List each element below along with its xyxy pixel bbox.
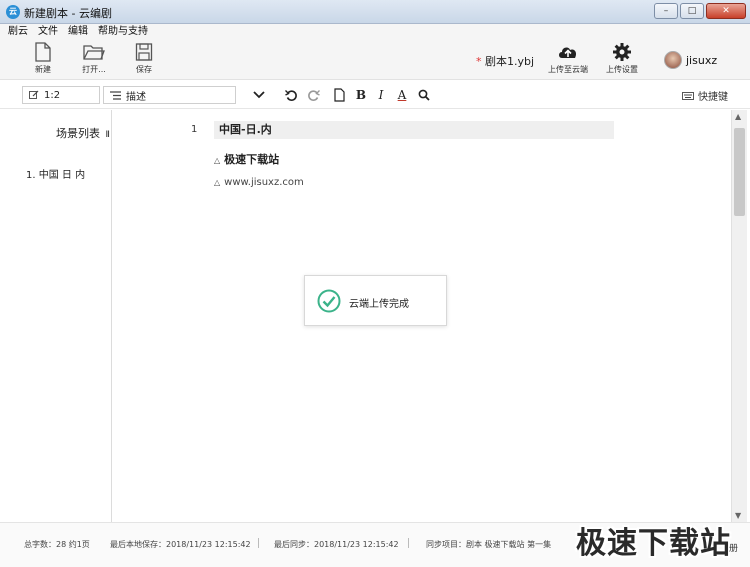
page-icon[interactable] [334, 88, 345, 102]
toolbar: 新建 打开... 保存 * 剧本1.ybj 上传至云端 上传设置 jisuxz [0, 40, 750, 80]
search-icon[interactable] [418, 89, 430, 101]
scroll-down-icon[interactable]: ▼ [735, 511, 741, 520]
description-text: 极速下载站 [224, 153, 280, 166]
description-marker-icon: △ [214, 178, 221, 187]
save-disk-icon [135, 43, 153, 61]
upload-complete-toast: 云端上传完成 [304, 275, 447, 326]
word-count: 总字数：28 约1页 [24, 540, 90, 549]
new-label: 新建 [35, 65, 51, 74]
scene-heading[interactable]: 中国-日.内 [214, 121, 614, 139]
close-button[interactable]: ✕ [706, 3, 746, 19]
scene-list-item[interactable]: 1. 中国 日 内 [26, 166, 85, 181]
chevron-down-icon[interactable] [253, 91, 265, 99]
shortcut-label: 快捷键 [698, 92, 728, 103]
description-marker-icon: △ [214, 156, 221, 165]
text-color-button[interactable]: A [394, 87, 410, 103]
watermark-text: 极速下载站 [576, 526, 731, 561]
new-button[interactable]: 新建 [21, 42, 65, 75]
cloud-upload-icon [559, 47, 577, 58]
redo-icon[interactable] [307, 89, 320, 102]
list-lines-icon [110, 90, 121, 100]
position-field[interactable]: 1:2 [22, 86, 100, 104]
collapse-panel-icon[interactable]: Ⅱ [106, 130, 110, 140]
status-divider [408, 538, 409, 548]
keyboard-icon [682, 91, 694, 100]
scene-list-title-text: 场景列表 [56, 127, 100, 140]
menu-file[interactable]: 文件 [38, 24, 58, 40]
upload-settings-button[interactable]: 上传设置 [600, 42, 644, 75]
unsaved-marker: * [476, 55, 482, 68]
status-tail-text: 册 [729, 544, 739, 554]
menu-jyun[interactable]: 剧云 [8, 24, 28, 40]
italic-button[interactable]: I [373, 87, 389, 103]
description-line[interactable]: △ www.jisuxz.com [214, 177, 304, 188]
upload-cloud-button[interactable]: 上传至云端 [544, 42, 592, 75]
position-value: 1:2 [44, 89, 61, 101]
element-type-select[interactable]: 描述 [103, 86, 236, 104]
maximize-button[interactable]: □ [680, 3, 704, 19]
menu-bar: 剧云 文件 编辑 帮助与支持 [0, 24, 750, 40]
line-number: 1 [191, 124, 198, 135]
scene-list-panel: 场景列表 Ⅱ 1. 中国 日 内 [0, 110, 112, 522]
menu-edit[interactable]: 编辑 [68, 24, 88, 40]
folder-open-icon [83, 45, 105, 60]
scene-list-title: 场景列表 Ⅱ [56, 125, 110, 141]
check-circle-icon [317, 289, 341, 313]
upload-cloud-label: 上传至云端 [548, 65, 588, 74]
gear-icon [613, 43, 631, 61]
open-button[interactable]: 打开... [72, 42, 116, 75]
username: jisuxz [686, 53, 718, 67]
open-label: 打开... [82, 65, 106, 74]
shortcut-button[interactable]: 快捷键 [682, 88, 728, 103]
window-title: 新建剧本 - 云编剧 [24, 7, 112, 20]
title-bar: 云 新建剧本 - 云编剧 – □ ✕ [0, 0, 750, 24]
vertical-scrollbar[interactable]: ▲ ▼ [731, 110, 747, 522]
bold-button[interactable]: B [353, 87, 369, 103]
undo-icon[interactable] [285, 89, 298, 102]
scrollbar-thumb[interactable] [734, 128, 745, 216]
last-sync: 最后同步：2018/11/23 12:15:42 [274, 540, 399, 549]
new-file-icon [35, 42, 51, 62]
last-local-save: 最后本地保存：2018/11/23 12:15:42 [110, 540, 251, 549]
sync-project: 同步项目：剧本 极速下载站 第一集 [426, 540, 552, 549]
app-logo-icon: 云 [6, 5, 20, 19]
current-filename: * 剧本1.ybj [476, 53, 534, 69]
status-divider [258, 538, 259, 548]
edit-pencil-icon [29, 90, 39, 99]
menu-help[interactable]: 帮助与支持 [98, 24, 148, 40]
user-account[interactable]: jisuxz [664, 51, 717, 69]
toast-message: 云端上传完成 [349, 299, 409, 310]
minimize-button[interactable]: – [654, 3, 678, 19]
description-text: www.jisuxz.com [224, 177, 304, 188]
description-line[interactable]: △ 极速下载站 [214, 151, 279, 167]
save-label: 保存 [136, 65, 152, 74]
window-controls: – □ ✕ [654, 3, 746, 19]
element-type-value: 描述 [126, 91, 146, 103]
format-bar: 1:2 描述 B I A 快捷键 [0, 81, 750, 109]
scroll-up-icon[interactable]: ▲ [735, 112, 741, 121]
avatar [664, 51, 682, 69]
upload-settings-label: 上传设置 [606, 65, 638, 74]
filename-text: 剧本1.ybj [485, 55, 535, 68]
save-button[interactable]: 保存 [122, 42, 166, 75]
